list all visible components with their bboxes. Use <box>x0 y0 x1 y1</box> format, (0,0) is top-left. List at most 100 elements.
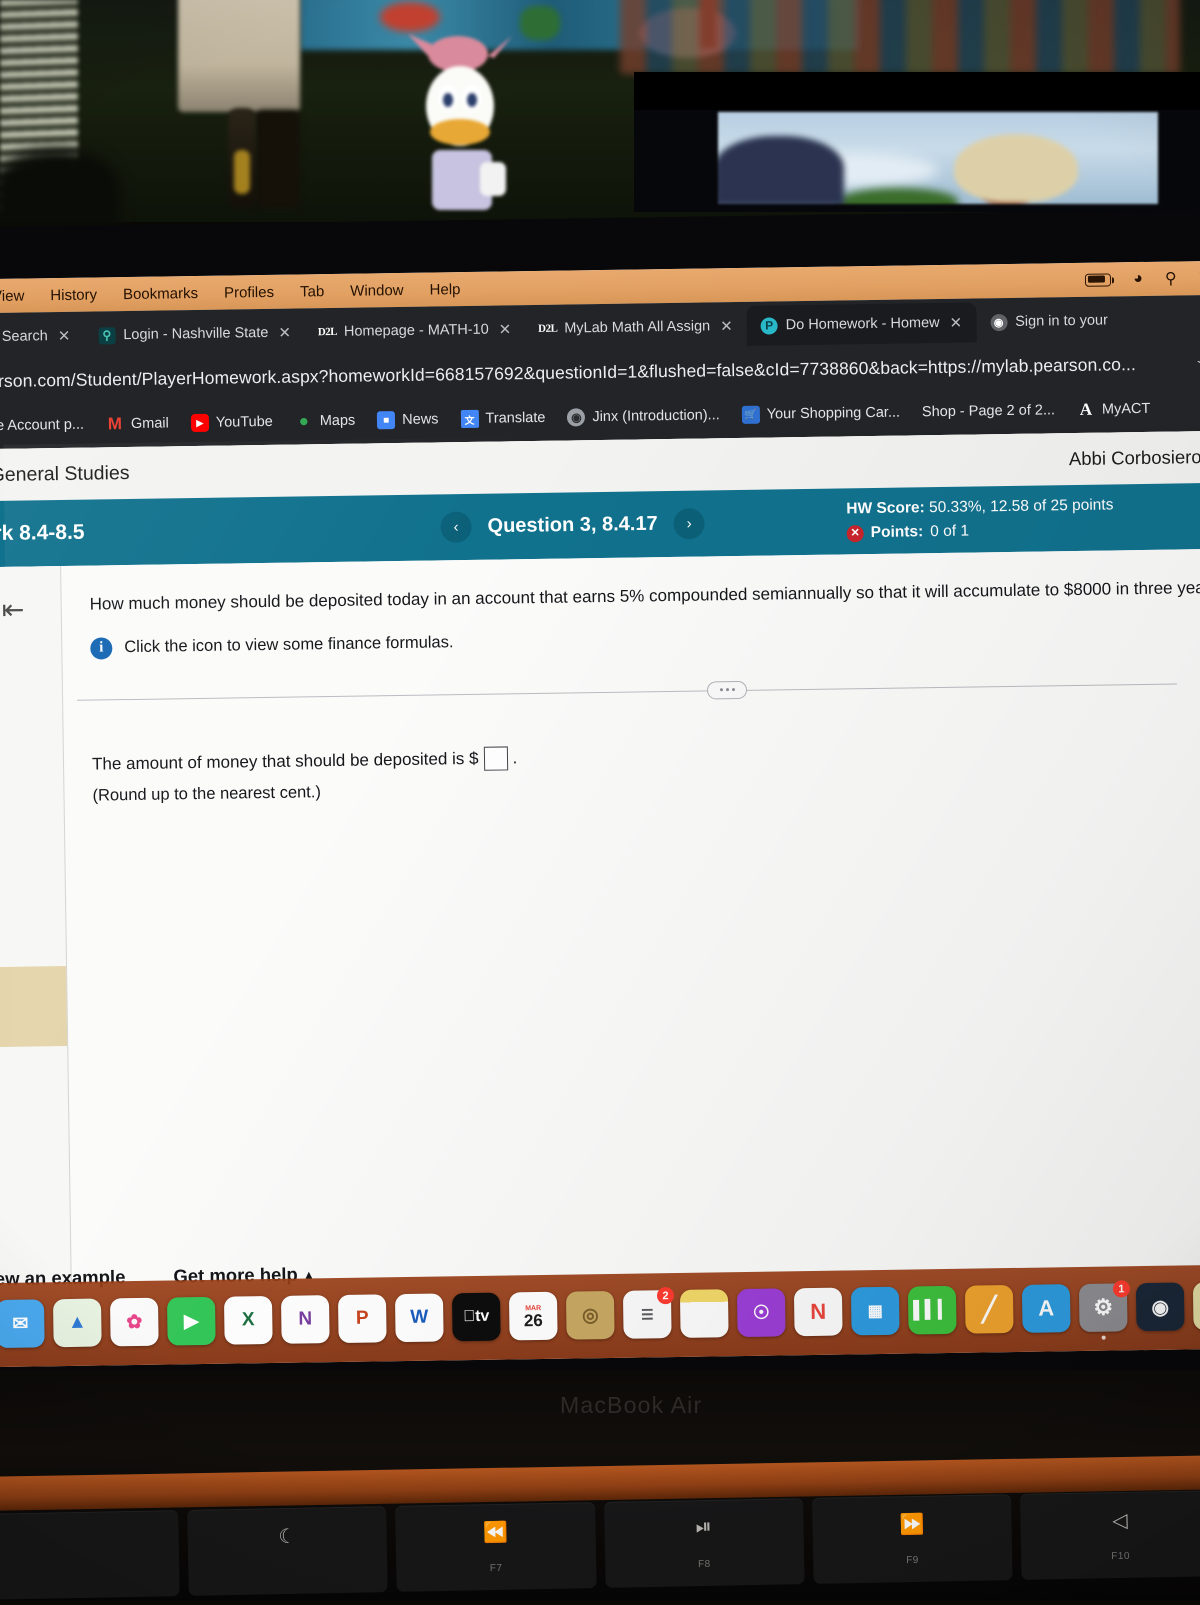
bookmark-label: Translate <box>485 409 546 427</box>
podcasts-icon[interactable]: ☉ <box>736 1288 786 1338</box>
maps-icon: ● <box>298 411 310 431</box>
question-label: Question 3, 8.4.17 <box>487 512 658 538</box>
browser-tab-active[interactable]: P Do Homework - Homew ✕ <box>746 302 977 346</box>
photos-icon[interactable]: ✿ <box>109 1297 159 1347</box>
skip-to-start-icon[interactable]: ⇤ <box>2 595 25 626</box>
menu-item-profiles[interactable]: Profiles <box>211 283 287 301</box>
tv-bezel <box>634 72 1200 110</box>
steam-icon[interactable]: ◉ <box>1135 1282 1185 1332</box>
browser-tab[interactable]: D2L MyLab Math All Assign ✕ <box>525 306 747 349</box>
menu-item-window[interactable]: Window <box>337 281 417 299</box>
mail-icon[interactable]: ✉ <box>0 1299 45 1349</box>
menu-item-help[interactable]: Help <box>416 280 473 298</box>
notes-icon[interactable] <box>679 1289 729 1338</box>
bookmark-item-gmail[interactable]: M Gmail <box>95 414 180 433</box>
browser-tab[interactable]: ⚲ Login - Nashville State ✕ <box>84 312 305 355</box>
numbers-icon[interactable]: ▌▍▎ <box>907 1285 957 1335</box>
next-question-button[interactable]: › <box>673 507 705 540</box>
question-text: How much money should be deposited today… <box>89 577 1200 614</box>
key-escape-row-blank[interactable] <box>0 1510 180 1600</box>
mute-icon: ◁ <box>1112 1509 1128 1533</box>
news-icon[interactable]: N <box>793 1287 843 1337</box>
appletv-icon[interactable]: tv <box>451 1292 501 1342</box>
finance-formulas-label[interactable]: Click the icon to view some finance form… <box>124 633 453 657</box>
tv-scene-grass <box>838 188 958 204</box>
tab-close-icon[interactable]: ✕ <box>56 327 73 345</box>
bookmark-item-translate[interactable]: 文 Translate <box>449 409 556 429</box>
info-icon[interactable]: i <box>90 636 113 660</box>
lamp-shade <box>178 0 300 112</box>
bookmark-item-maps[interactable]: ● Maps <box>284 411 367 430</box>
wall-artwork-detail-red <box>380 2 440 32</box>
battery-icon[interactable] <box>1085 272 1112 287</box>
previous-question-button[interactable]: ‹ <box>440 511 472 543</box>
bookmark-item-account[interactable]: ge Account p... <box>0 417 95 435</box>
answer-input[interactable] <box>483 745 508 771</box>
bookmark-star-icon[interactable]: ☆ <box>1188 352 1200 373</box>
facetime-icon[interactable]: ▶ <box>166 1296 216 1346</box>
key-fn-label: F9 <box>906 1554 919 1567</box>
menu-bar-status-area: ◕ ⚲ ☰ <box>1085 268 1200 290</box>
excel-icon[interactable]: X <box>223 1295 273 1345</box>
running-indicator-dot <box>1101 1335 1106 1340</box>
expand-ellipsis-button[interactable] <box>706 680 748 699</box>
system-settings-icon[interactable]: ⚙ 1 <box>1078 1280 1131 1340</box>
key-f6-do-not-disturb[interactable]: ☾ <box>187 1506 389 1596</box>
bookmark-item-youtube[interactable]: ▶ YouTube <box>180 413 284 433</box>
search-icon[interactable]: ⚲ <box>1165 268 1177 288</box>
reminders-icon[interactable]: ☰ 2 <box>622 1287 675 1339</box>
url-text[interactable]: earson.com/Student/PlayerHomework.aspx?h… <box>0 353 1188 392</box>
browser-tab[interactable]: D2L Homepage - MATH-10 ✕ <box>305 309 526 352</box>
calendar-icon[interactable]: MAR 26 <box>508 1291 558 1341</box>
tab-close-icon[interactable]: ✕ <box>276 324 293 342</box>
key-f9-fast-forward[interactable]: ⏩ F9 <box>811 1494 1013 1584</box>
bookmark-item-shopping-cart[interactable]: 🛒 Your Shopping Car... <box>731 403 912 424</box>
menu-item-history[interactable]: History <box>37 286 110 304</box>
pages-icon[interactable]: ╱ <box>964 1284 1014 1334</box>
tv-scene-person <box>718 136 844 204</box>
calendar-day-label: 26 <box>523 1311 543 1331</box>
tab-label: Homepage - MATH-10 <box>343 321 489 340</box>
course-name: - General Studies <box>0 461 130 486</box>
contacts-icon[interactable]: ◎ <box>565 1290 615 1340</box>
tab-close-icon[interactable]: ✕ <box>497 320 514 338</box>
stickies-icon[interactable] <box>1192 1281 1200 1331</box>
user-name[interactable]: Abbi Corbosiero <box>1069 446 1200 470</box>
key-f7-rewind[interactable]: ⏪ F7 <box>395 1502 597 1592</box>
browser-tab[interactable]: o Search ✕ <box>0 316 85 358</box>
hw-score-label: HW Score: <box>846 499 925 518</box>
tab-label: Do Homework - Homew <box>785 314 940 334</box>
menu-item-tab[interactable]: Tab <box>287 282 337 300</box>
menu-item-bookmarks[interactable]: Bookmarks <box>110 284 211 302</box>
rail-highlight-block <box>0 966 68 1048</box>
menu-item-view[interactable]: View <box>0 287 37 305</box>
bookmark-label: Your Shopping Car... <box>766 404 901 423</box>
word-icon[interactable]: W <box>394 1293 444 1343</box>
app-store-icon[interactable]: A <box>1021 1284 1071 1333</box>
pearson-icon: P <box>760 316 778 335</box>
bookmark-item-shop[interactable]: Shop - Page 2 of 2... <box>911 402 1066 420</box>
score-box: HW Score: 50.33%, 12.58 of 25 points ✕ P… <box>846 493 1114 545</box>
laptop-base: MacBook Air ☾ ⏪ F7 ⏯ F8 ⏩ F9 ◁ F10 <box>0 1370 1200 1600</box>
bookmark-item-jinx[interactable]: ◉ Jinx (Introduction)... <box>556 406 731 427</box>
tab-close-icon[interactable]: ✕ <box>718 317 735 335</box>
keynote-icon[interactable]: ▦ <box>850 1286 900 1336</box>
bookmark-item-news[interactable]: ■ News <box>366 410 450 430</box>
left-rail: ⇤ <box>0 566 73 1308</box>
wifi-icon[interactable]: ◕ <box>1133 270 1143 288</box>
settings-badge: 1 <box>1112 1280 1131 1298</box>
maps-icon[interactable]: ▲ <box>52 1298 102 1348</box>
key-fn-label: F7 <box>489 1562 503 1575</box>
browser-tab[interactable]: ◉ Sign in to your <box>976 300 1120 342</box>
answer-suffix: . <box>512 747 518 767</box>
answer-prompt-line: The amount of money that should be depos… <box>92 735 1200 776</box>
cart-icon: 🛒 <box>741 405 760 424</box>
key-f10-mute[interactable]: ◁ F10 <box>1019 1490 1200 1580</box>
onenote-icon[interactable]: N <box>280 1295 330 1344</box>
key-f8-play-pause[interactable]: ⏯ F8 <box>603 1498 805 1588</box>
tab-close-icon[interactable]: ✕ <box>947 314 964 332</box>
powerpoint-icon[interactable]: P <box>337 1294 387 1344</box>
key-fn-label: F10 <box>1111 1550 1131 1563</box>
bookmark-item-myact[interactable]: A MyACT <box>1066 400 1162 419</box>
finance-formulas-row[interactable]: i Click the icon to view some finance fo… <box>90 620 1200 660</box>
